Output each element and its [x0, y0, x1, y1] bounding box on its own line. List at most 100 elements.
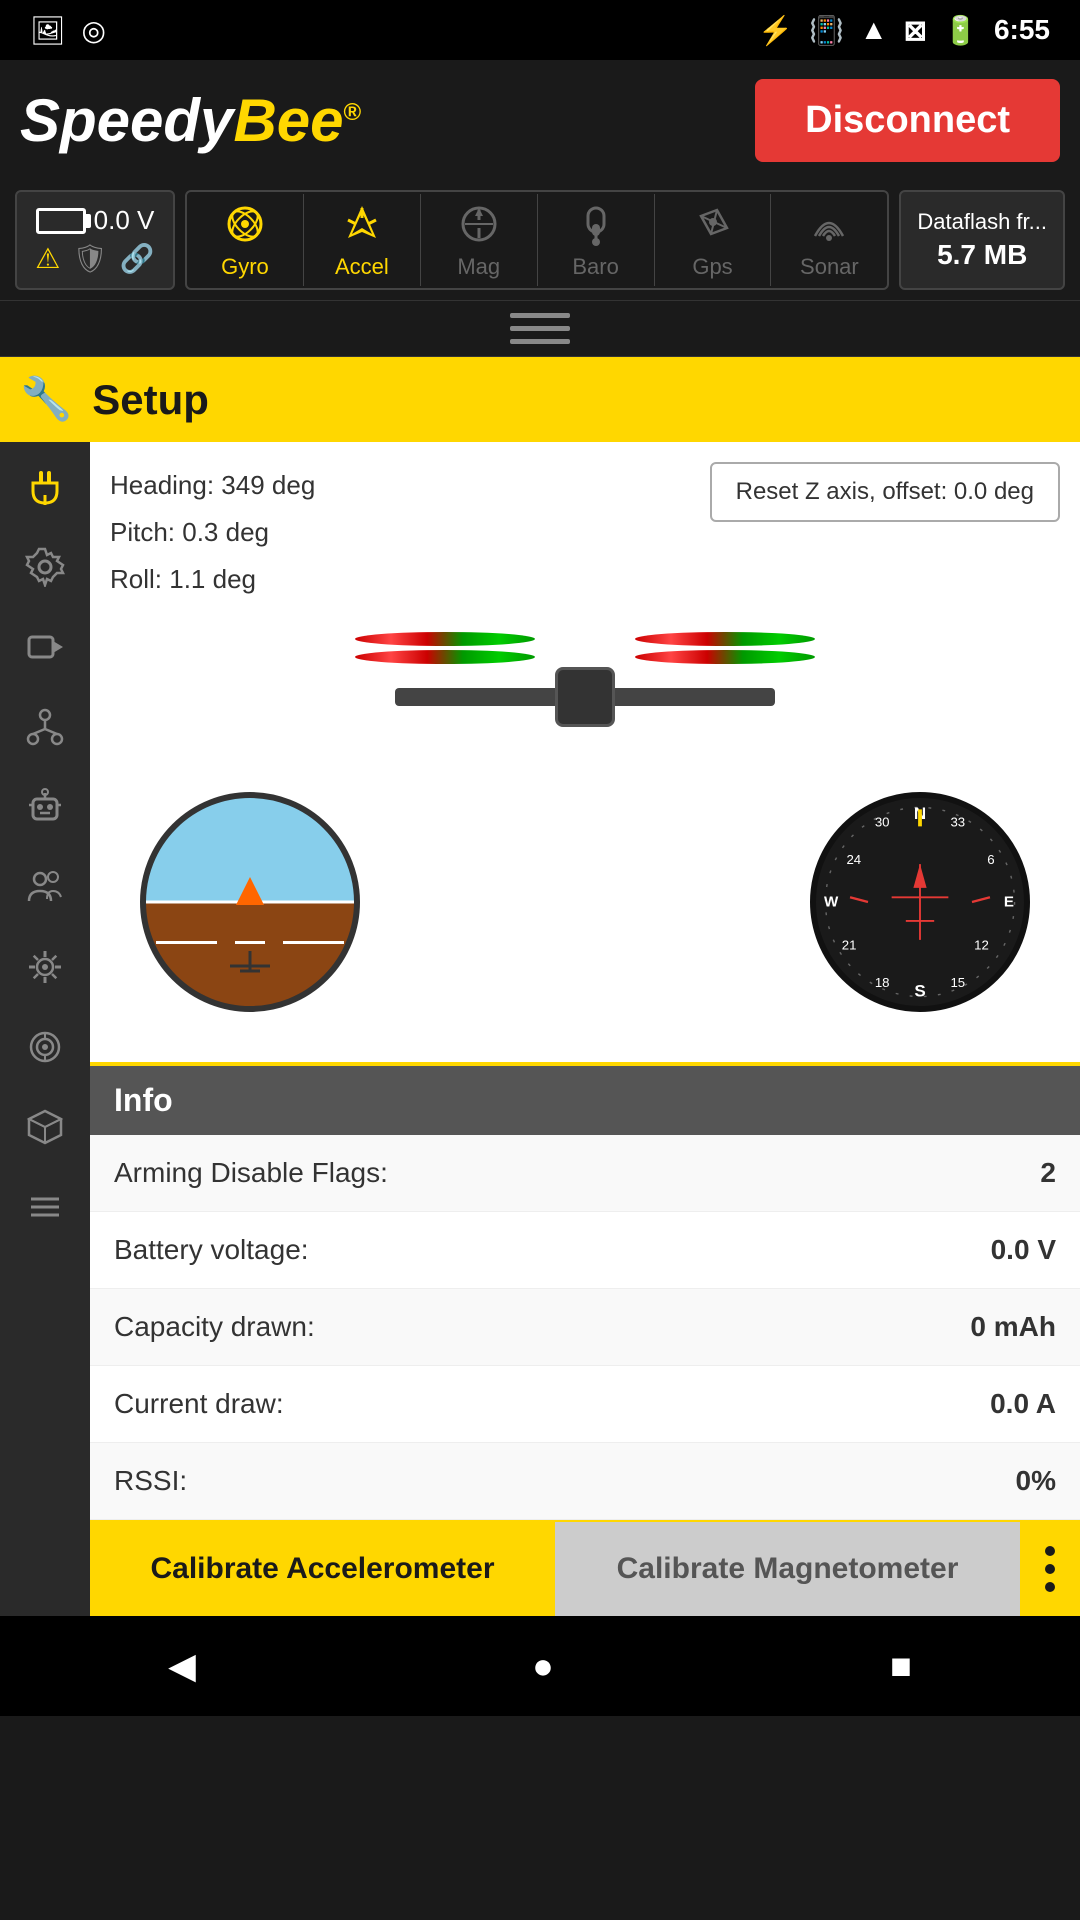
sidebar-item-filter[interactable] [10, 1012, 80, 1082]
sensor-mag: Mag [421, 194, 538, 286]
battery-icon: 🔋 [943, 14, 978, 47]
info-row-arming: Arming Disable Flags: 2 [90, 1135, 1080, 1212]
sonar-label: Sonar [800, 254, 859, 280]
reset-z-axis-button[interactable]: Reset Z axis, offset: 0.0 deg [710, 462, 1060, 522]
sidebar-item-fc[interactable] [10, 772, 80, 842]
info-section: Info Arming Disable Flags: 2 Battery vol… [90, 1066, 1080, 1520]
back-button[interactable]: ◀ [168, 1645, 196, 1687]
gyro-icon [221, 200, 269, 248]
aircraft-silhouette [220, 951, 280, 986]
hierarchy-icon [25, 707, 65, 747]
sidebar-item-ports[interactable] [10, 692, 80, 762]
svg-text:6: 6 [987, 853, 994, 868]
sensor-sonar: Sonar [771, 194, 887, 286]
sensor-gyro: Gyro [187, 194, 304, 286]
filter-icon [25, 1027, 65, 1067]
drone-visual [110, 602, 1060, 782]
hamburger-line-1 [510, 313, 570, 318]
sidebar-item-pilots[interactable] [10, 852, 80, 922]
cog-icon [25, 947, 65, 987]
svg-text:24: 24 [846, 853, 861, 868]
info-header: Info [90, 1066, 1080, 1135]
pitch-triangle [236, 877, 264, 905]
sensor-accel: Accel [304, 194, 421, 286]
image-icon: 🖼 [30, 14, 66, 47]
dot-3 [1045, 1582, 1055, 1592]
horizon-overlay [146, 798, 354, 1006]
compass-ticks-svg: N S E W 33 30 6 21 24 12 15 18 [816, 798, 1024, 1006]
svg-text:E: E [1004, 894, 1014, 911]
baro-icon [572, 200, 620, 248]
shield-icon: 🛡 [72, 242, 108, 275]
baro-label: Baro [572, 254, 618, 280]
link-icon: 🔗 [120, 242, 155, 275]
dataflash-size: 5.7 MB [937, 239, 1027, 271]
section-header: 🔧 Setup [0, 357, 1080, 442]
signal-off-icon: ⊠ [904, 14, 927, 47]
sidebar-item-more[interactable] [10, 1172, 80, 1242]
sidebar-item-settings[interactable] [10, 532, 80, 602]
dot-2 [1045, 1564, 1055, 1574]
sidebar-item-connect[interactable] [10, 452, 80, 522]
voltage-value: 0.0 V [991, 1234, 1056, 1266]
svg-text:W: W [824, 894, 839, 911]
drone-model [335, 622, 835, 772]
robot-icon [25, 787, 65, 827]
capacity-label: Capacity drawn: [114, 1311, 315, 1343]
bluetooth-icon: ⚡ [758, 14, 793, 47]
menu-bar[interactable] [0, 300, 1080, 357]
info-row-capacity: Capacity drawn: 0 mAh [90, 1289, 1080, 1366]
info-row-voltage: Battery voltage: 0.0 V [90, 1212, 1080, 1289]
svg-text:18: 18 [875, 975, 890, 990]
roll-value: Roll: 1.1 deg [110, 556, 1060, 603]
info-row-rssi: RSSI: 0% [90, 1443, 1080, 1520]
info-row-current: Current draw: 0.0 A [90, 1366, 1080, 1443]
current-value: 0.0 A [990, 1388, 1056, 1420]
app-logo: SpeedyBee® [20, 86, 361, 155]
more-options-button[interactable] [1020, 1522, 1080, 1616]
svg-text:12: 12 [974, 938, 989, 953]
gyro-label: Gyro [221, 254, 269, 280]
main-content: Heading: 349 deg Pitch: 0.3 deg Roll: 1.… [0, 442, 1080, 1616]
plug-icon [25, 467, 65, 507]
dataflash-label: Dataflash fr... [917, 209, 1047, 235]
sensor-gps: Gps [655, 194, 772, 286]
battery-icon-shape [36, 208, 86, 234]
horizon-indicator [236, 877, 264, 905]
hamburger-menu[interactable] [510, 313, 570, 344]
battery-box: 0.0 V ⚠ 🛡 🔗 [15, 190, 175, 290]
disconnect-button[interactable]: Disconnect [755, 79, 1060, 162]
sidebar-item-modes[interactable] [10, 1092, 80, 1162]
section-title: Setup [92, 376, 209, 424]
drone-center [555, 667, 615, 727]
app-header: SpeedyBee® Disconnect [0, 60, 1080, 180]
voltage-label: Battery voltage: [114, 1234, 309, 1266]
cube-icon [25, 1107, 65, 1147]
instruments-row: N S E W 33 30 6 21 24 12 15 18 [110, 782, 1060, 1042]
right-propellers [635, 632, 815, 664]
rssi-label: RSSI: [114, 1465, 187, 1497]
sidebar-item-video[interactable] [10, 612, 80, 682]
dataflash-box: Dataflash fr... 5.7 MB [899, 190, 1065, 290]
dot-1 [1045, 1546, 1055, 1556]
hamburger-line-3 [510, 339, 570, 344]
svg-text:30: 30 [875, 815, 890, 830]
calibrate-accel-button[interactable]: Calibrate Accelerometer [90, 1522, 555, 1616]
home-button[interactable]: ● [532, 1645, 554, 1687]
arming-value: 2 [1040, 1157, 1056, 1189]
arming-label: Arming Disable Flags: [114, 1157, 388, 1189]
svg-text:15: 15 [950, 975, 965, 990]
recents-button[interactable]: ■ [890, 1645, 912, 1687]
svg-text:21: 21 [842, 938, 857, 953]
sensor-icons-bar: Gyro Accel Mag [185, 190, 889, 290]
sidebar-item-pid[interactable] [10, 932, 80, 1002]
status-right-icons: ⚡ 📳 ▲ ⊠ 🔋 6:55 [758, 14, 1050, 47]
battery-status-icons: ⚠ 🛡 🔗 [35, 242, 155, 275]
capacity-value: 0 mAh [970, 1311, 1056, 1343]
time-display: 6:55 [994, 14, 1050, 46]
accel-icon [338, 200, 386, 248]
wrench-icon: 🔧 [20, 375, 72, 424]
status-bar: 🖼 ◎ ⚡ 📳 ▲ ⊠ 🔋 6:55 [0, 0, 1080, 60]
battery-voltage: 0.0 V [94, 205, 155, 236]
calibrate-mag-button[interactable]: Calibrate Magnetometer [555, 1522, 1020, 1616]
